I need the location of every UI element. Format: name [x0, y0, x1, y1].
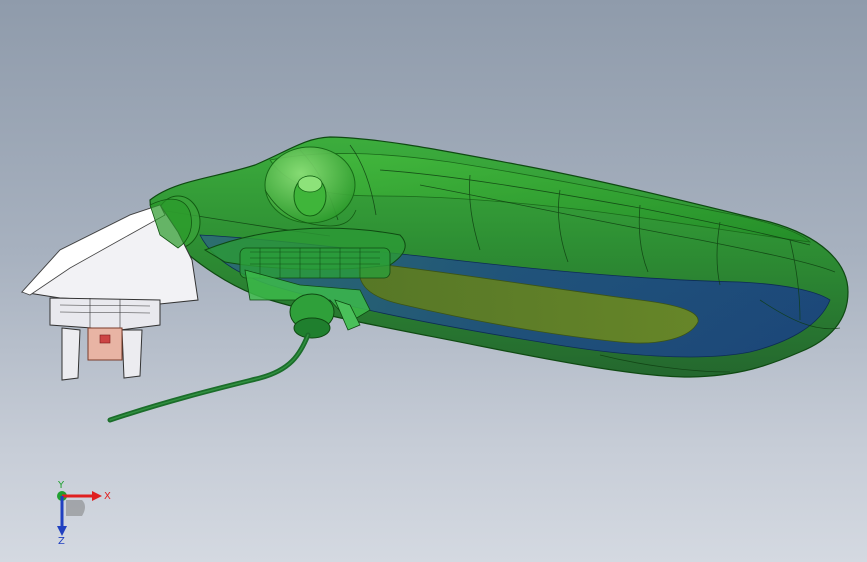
door-handle-model[interactable]	[0, 0, 867, 562]
axis-x-label: X	[104, 491, 111, 502]
coordinate-triad-icon: X Y Z	[57, 480, 111, 546]
axis-y-label: Y	[57, 480, 65, 491]
connector-housing[interactable]	[21, 198, 199, 381]
cad-viewport[interactable]: X Y Z	[0, 0, 867, 562]
axis-z-label: Z	[58, 536, 65, 546]
terminal-pink	[87, 327, 123, 361]
